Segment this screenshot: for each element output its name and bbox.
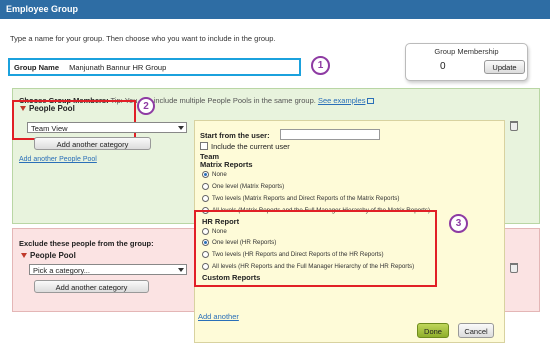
add-another-link[interactable]: Add another (198, 312, 239, 321)
window-title: Employee Group (0, 0, 550, 19)
matrix-option-one: One level (Matrix Reports) (212, 183, 285, 190)
collapse-triangle-icon[interactable] (20, 106, 26, 112)
cancel-button[interactable]: Cancel (458, 323, 494, 338)
update-button[interactable]: Update (484, 60, 525, 74)
chevron-down-icon (178, 268, 184, 272)
matrix-radio-none[interactable] (202, 171, 209, 178)
exclude-category-placeholder: Pick a category... (33, 266, 90, 275)
group-membership-count: 0 (440, 61, 446, 72)
trash-icon[interactable] (510, 263, 518, 273)
callout-3: 3 (449, 214, 468, 233)
start-from-label: Start from the user: (200, 131, 270, 140)
people-pool-label: People Pool (29, 104, 75, 113)
exclude-category-select[interactable]: Pick a category... (29, 264, 187, 275)
collapse-triangle-icon[interactable] (21, 253, 27, 259)
exclude-pool-heading: People Pool (21, 251, 76, 260)
see-examples-link[interactable]: See examples (318, 96, 366, 105)
group-name-field[interactable]: Group Name Manjunath Bannur HR Group (8, 58, 301, 76)
exclude-pool-label: People Pool (30, 251, 76, 260)
matrix-radio-two[interactable] (202, 195, 209, 202)
add-category-button[interactable]: Add another category (34, 137, 151, 150)
group-name-value[interactable]: Manjunath Bannur HR Group (69, 63, 166, 72)
start-user-input[interactable] (280, 129, 380, 140)
hr-report-highlight (194, 210, 437, 287)
add-people-pool-link[interactable]: Add another People Pool (19, 156, 97, 163)
include-current-checkbox[interactable] (200, 142, 208, 150)
category-select[interactable]: Team View (27, 122, 187, 133)
matrix-reports-heading: Matrix Reports (200, 160, 253, 169)
people-pool-heading: People Pool (20, 104, 75, 113)
trash-icon[interactable] (510, 121, 518, 131)
group-membership-title: Group Membership (434, 47, 499, 56)
matrix-option-two: Two levels (Matrix Reports and Direct Re… (212, 195, 400, 202)
matrix-radio-one[interactable] (202, 183, 209, 190)
done-button[interactable]: Done (417, 323, 449, 338)
matrix-option-none: None (212, 171, 227, 178)
category-select-value: Team View (31, 124, 68, 133)
intro-text: Type a name for your group. Then choose … (10, 34, 276, 43)
callout-1: 1 (311, 56, 330, 75)
exclude-add-category-button[interactable]: Add another category (34, 280, 149, 293)
chevron-down-icon (178, 126, 184, 130)
external-link-icon (367, 98, 375, 105)
group-name-label: Group Name (14, 63, 60, 72)
include-current-label: Include the current user (211, 142, 290, 151)
group-membership-panel: Group Membership 0 Update (405, 43, 528, 81)
exclude-heading: Exclude these people from the group: (19, 239, 154, 248)
callout-2: 2 (137, 97, 155, 115)
